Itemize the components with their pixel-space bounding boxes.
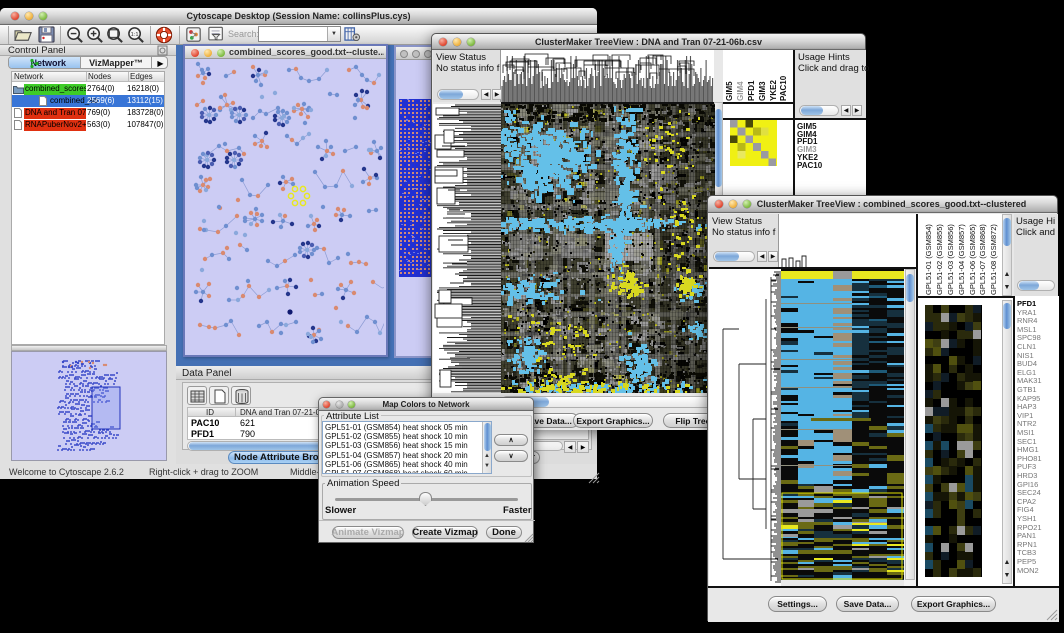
svg-text:1:1: 1:1 xyxy=(131,32,139,38)
